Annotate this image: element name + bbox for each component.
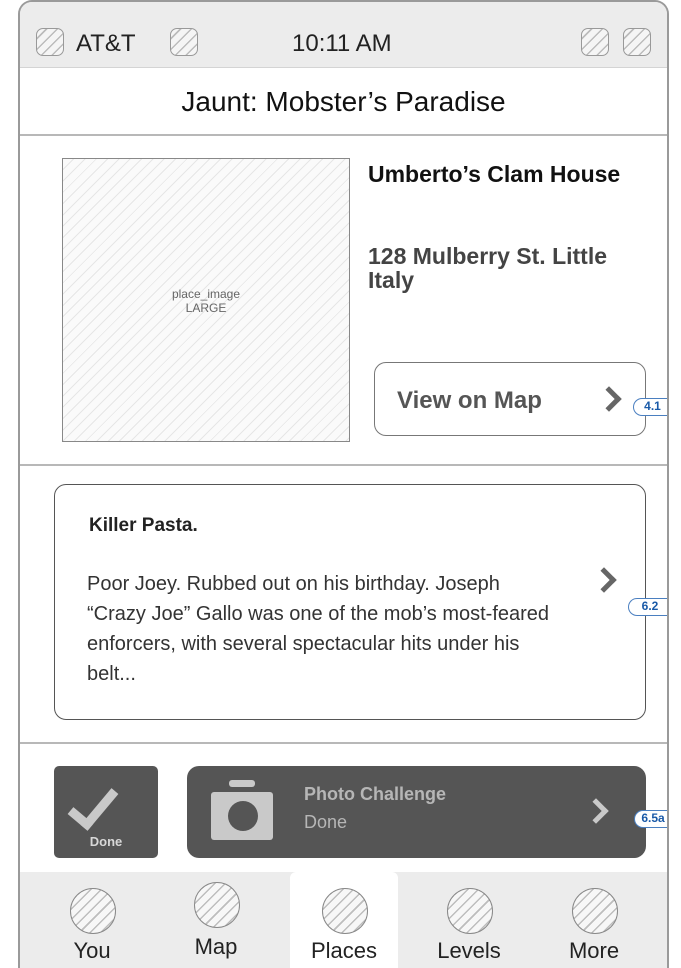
battery-icon (623, 28, 651, 56)
tab-label: Places (310, 938, 378, 963)
tab-you[interactable]: You (38, 872, 146, 968)
chevron-right-icon (583, 798, 609, 824)
tab-more[interactable]: More (540, 872, 648, 968)
navigation-bar: Jaunt: Mobster’s Paradise (20, 68, 667, 136)
status-bar: AT&T 10:11 AM (20, 2, 667, 68)
tab-levels[interactable]: Levels (415, 872, 523, 968)
checkmark-icon (67, 777, 119, 831)
tab-map[interactable]: Map (162, 872, 270, 968)
done-label: Done (89, 834, 123, 849)
place-address: 128 Mulberry St. Little Italy (368, 243, 608, 293)
annotation-callout: 4.1 (633, 398, 667, 416)
story-body: Poor Joey. Rubbed out on his birthday. J… (87, 573, 550, 685)
photo-challenge-button[interactable]: Photo Challenge Done (187, 766, 646, 858)
placeholder-icon (572, 888, 618, 934)
view-on-map-button[interactable]: View on Map (374, 362, 646, 436)
place-image: place_image LARGE (62, 158, 350, 442)
place-image-size-label: LARGE (185, 301, 227, 315)
tab-bar: You Map Places Levels More (20, 872, 667, 968)
place-name: Umberto’s Clam House (368, 161, 621, 187)
annotation-callout: 6.2 (628, 598, 667, 616)
photo-challenge-status: Done (304, 812, 348, 832)
status-time: 10:11 AM (292, 30, 392, 57)
view-on-map-label: View on Map (397, 387, 542, 414)
camera-icon (211, 780, 273, 842)
page-title: Jaunt: Mobster’s Paradise (181, 86, 506, 117)
phone-frame: AT&T 10:11 AM Jaunt: Mobster’s Paradise … (18, 0, 669, 968)
chevron-right-icon (596, 386, 622, 412)
placeholder-icon (447, 888, 493, 934)
placeholder-icon (194, 882, 240, 928)
tab-places[interactable]: Places (290, 872, 398, 968)
placeholder-icon (322, 888, 368, 934)
action-section: Done Photo Challenge Done 6.5a (20, 744, 667, 872)
place-section: place_image LARGE Umberto’s Clam House 1… (20, 136, 667, 466)
carrier-label: AT&T (76, 30, 136, 57)
placeholder-icon (70, 888, 116, 934)
annotation-callout: 6.5a (634, 810, 667, 828)
signal-icon (36, 28, 64, 56)
story-card[interactable]: Killer Pasta. Poor Joey. Rubbed out on h… (54, 484, 646, 720)
place-image-placeholder-label: place_image (171, 287, 241, 301)
tab-label: Map (194, 934, 238, 959)
wifi-icon (170, 28, 198, 56)
done-button[interactable]: Done (54, 766, 158, 858)
tab-label: You (73, 938, 111, 963)
photo-challenge-title: Photo Challenge (304, 784, 447, 804)
chevron-right-icon (591, 567, 617, 593)
story-section: Killer Pasta. Poor Joey. Rubbed out on h… (20, 466, 667, 744)
bluetooth-icon (581, 28, 609, 56)
tab-label: More (568, 938, 620, 963)
tab-label: Levels (437, 938, 501, 963)
story-heading: Killer Pasta. (89, 515, 198, 536)
